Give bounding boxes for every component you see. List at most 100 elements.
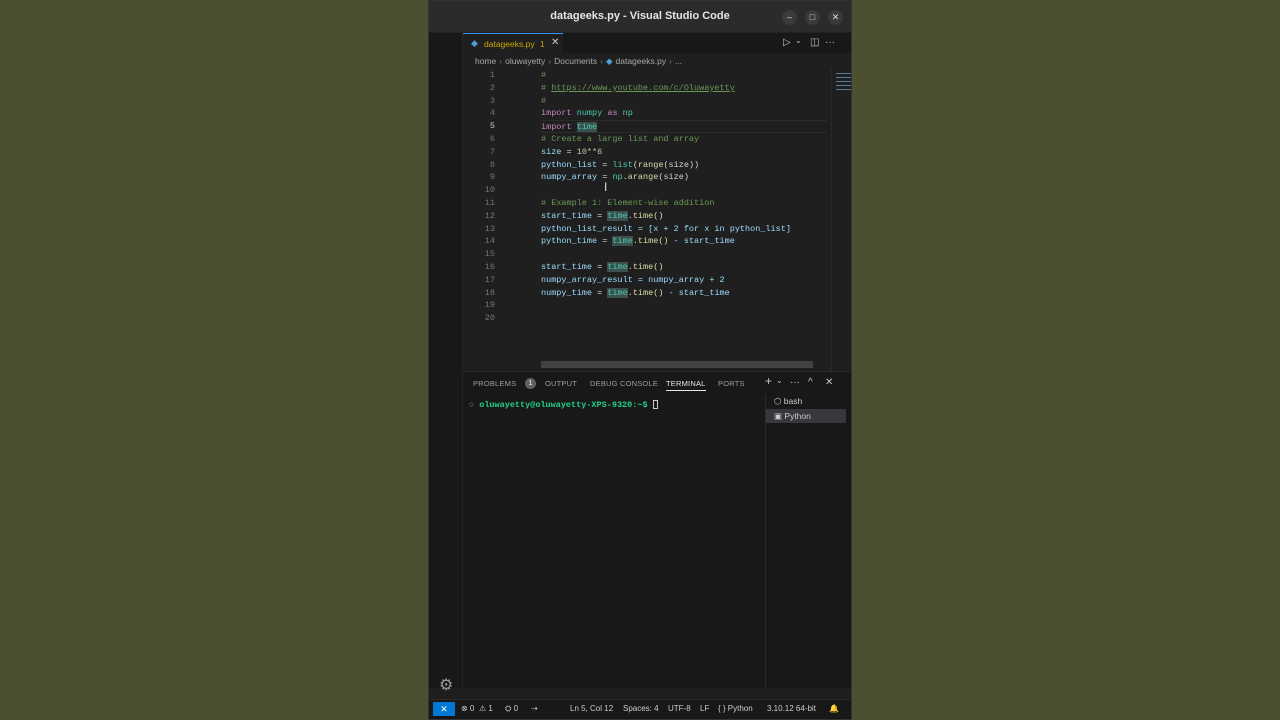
debug-icon[interactable]: ⇢: [531, 704, 538, 713]
breadcrumb-item[interactable]: Documents: [554, 56, 597, 66]
mouse-ibeam-cursor: I: [604, 180, 608, 194]
split-editor-icon[interactable]: ◫: [810, 37, 819, 48]
tab-ports[interactable]: PORTS: [718, 379, 745, 388]
line-number: 2: [489, 82, 495, 93]
terminal-cursor: [652, 400, 658, 410]
status-bar: ✕ ⊗ 0 ⚠ 1 ⛭ 0 ⇢ Ln 5, Col 12 Spaces: 4 U…: [429, 699, 851, 719]
line-number: 13: [484, 223, 495, 234]
code-line: start_time = time.time(): [541, 261, 664, 272]
code-line: # https://www.youtube.com/c/Oluwayetty: [541, 82, 735, 93]
line-number: 8: [489, 159, 495, 170]
line-number: 19: [484, 300, 495, 311]
terminal-output[interactable]: ○ oluwayetty@oluwayetty-XPS-9320:~$: [469, 400, 658, 410]
code-line: #: [541, 95, 547, 106]
line-number: 4: [489, 108, 495, 119]
youtube-link[interactable]: https://www.youtube.com/c/Oluwayetty: [551, 83, 735, 93]
tab-problems-count: 1: [540, 39, 545, 49]
code-line: start_time = time.time(): [541, 210, 664, 221]
more-actions-icon[interactable]: ···: [825, 37, 835, 48]
bottom-panel: PROBLEMS 1 OUTPUT DEBUG CONSOLE TERMINAL…: [463, 371, 851, 689]
terminal-status-icon: ○: [469, 400, 475, 410]
maximize-panel-icon[interactable]: ^: [808, 377, 813, 388]
tab-close-icon[interactable]: ✕: [551, 37, 559, 48]
line-number: 12: [484, 210, 495, 221]
line-number: 1: [489, 70, 495, 80]
close-window-button[interactable]: ✕: [828, 10, 843, 25]
vscode-window: datageeks.py - Visual Studio Code – □ ✕ …: [428, 0, 852, 720]
terminal-item-python[interactable]: ▣ Python: [766, 409, 846, 423]
line-number: 17: [484, 274, 495, 285]
warnings-status[interactable]: ⚠ 1: [479, 704, 493, 713]
ports-status[interactable]: ⛭ 0: [505, 704, 518, 714]
code-editor[interactable]: 1 2 3 4 5 6 7 8 9 10 11 12 13 14 15 16 1…: [463, 69, 851, 371]
bell-icon[interactable]: 🔔: [829, 704, 839, 713]
editor-tabs: ◆ datageeks.py 1 ✕ ▷ ⌄ ◫ ···: [463, 33, 851, 53]
line-number: 6: [489, 133, 495, 144]
line-number-gutter: 1 2 3 4 5 6 7 8 9 10 11 12 13 14 15 16 1…: [463, 69, 523, 325]
line-number: 7: [489, 146, 495, 157]
code-line: numpy_array = np.arange(size): [541, 172, 689, 183]
gear-icon[interactable]: ⚙: [439, 675, 453, 694]
code-line: #: [541, 70, 547, 80]
terminal-item-bash[interactable]: ⬡ bash: [766, 394, 846, 408]
python-interpreter[interactable]: 3.10.12 64-bit: [767, 704, 816, 713]
encoding-status[interactable]: UTF-8: [668, 704, 691, 713]
code-line: numpy_array_result = numpy_array + 2: [541, 274, 725, 285]
code-line: python_time = time.time() - start_time: [541, 236, 735, 247]
errors-status[interactable]: ⊗ 0: [461, 704, 474, 713]
close-panel-icon[interactable]: ✕: [825, 377, 833, 388]
horizontal-scrollbar[interactable]: [541, 361, 813, 368]
terminal-prompt: oluwayetty@oluwayetty-XPS-9320:~$: [479, 400, 648, 410]
cursor-position[interactable]: Ln 5, Col 12: [570, 704, 613, 713]
minimize-button[interactable]: –: [782, 10, 797, 25]
more-actions-icon[interactable]: ···: [790, 377, 800, 388]
problems-badge: 1: [525, 378, 536, 389]
run-dropdown-icon[interactable]: ⌄: [795, 36, 802, 45]
tab-problems[interactable]: PROBLEMS: [473, 379, 516, 388]
line-number: 15: [484, 249, 495, 260]
run-icon[interactable]: ▷: [783, 37, 791, 48]
tab-label: datageeks.py: [484, 39, 535, 49]
tab-debug-console[interactable]: DEBUG CONSOLE: [590, 379, 658, 388]
terminal-icon: ▣: [774, 411, 783, 421]
minimap[interactable]: [831, 69, 851, 371]
breadcrumb-file[interactable]: datageeks.py: [616, 56, 667, 66]
line-number: 9: [489, 172, 495, 183]
breadcrumb: home › oluwayetty › Documents › ◆ datageeks.py ›…: [463, 53, 851, 69]
code-line: python_list = list(range(size)): [541, 159, 700, 170]
activity-bar: ⚙: [429, 33, 463, 694]
code-line: # Create a large list and array: [541, 133, 700, 144]
code-line: python_list_result = [x + 2 for x in pyt…: [541, 223, 791, 234]
line-number: 18: [484, 287, 495, 298]
bash-icon: ⬡: [774, 396, 782, 406]
terminal-list: ⬡ bash ▣ Python: [765, 394, 851, 689]
new-terminal-icon[interactable]: +: [765, 374, 772, 388]
code-line-current: import time: [541, 120, 827, 133]
code-line: # Example 1: Element-wise addition: [541, 197, 715, 208]
language-mode[interactable]: { } Python: [718, 704, 753, 713]
line-number-active: 5: [489, 121, 495, 132]
remote-icon[interactable]: ✕: [433, 702, 455, 716]
breadcrumb-item[interactable]: oluwayetty: [505, 56, 545, 66]
breadcrumb-ellipsis[interactable]: ...: [675, 56, 682, 66]
code-lines: # # https://www.youtube.com/c/Oluwayetty…: [541, 69, 831, 325]
line-number: 20: [484, 313, 495, 324]
tab-terminal[interactable]: TERMINAL: [666, 379, 706, 391]
line-number: 3: [489, 95, 495, 106]
title-bar: datageeks.py - Visual Studio Code – □ ✕: [429, 1, 851, 33]
code-line: size = 10**6: [541, 146, 603, 157]
breadcrumb-item[interactable]: home: [475, 56, 496, 66]
line-number: 11: [484, 197, 495, 208]
eol-status[interactable]: LF: [700, 704, 709, 713]
line-number: 16: [484, 261, 495, 272]
maximize-button[interactable]: □: [805, 10, 820, 25]
tab-output[interactable]: OUTPUT: [545, 379, 577, 388]
indentation-status[interactable]: Spaces: 4: [623, 704, 659, 713]
tab-datageeks[interactable]: ◆ datageeks.py 1 ✕: [463, 33, 563, 53]
line-number: 10: [484, 185, 495, 196]
terminal-dropdown-icon[interactable]: ⌄: [776, 376, 783, 385]
code-line: numpy_time = time.time() - start_time: [541, 287, 730, 298]
